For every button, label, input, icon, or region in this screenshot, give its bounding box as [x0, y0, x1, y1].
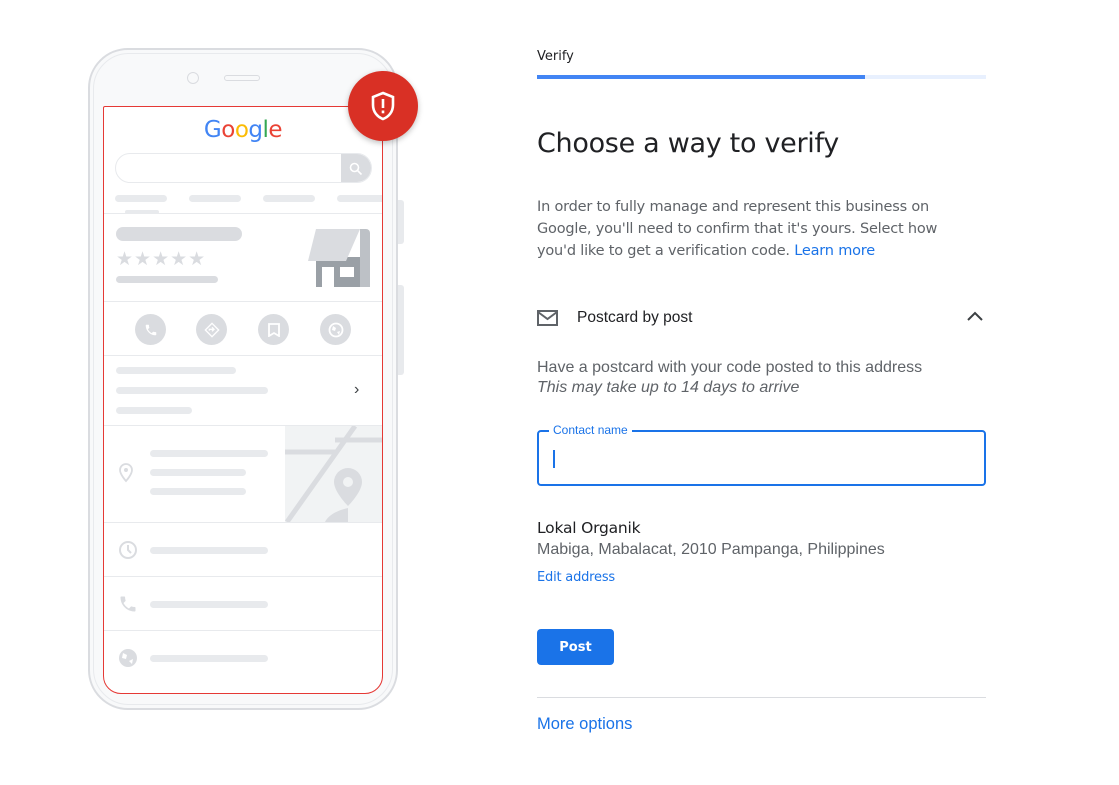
- progress-bar: [537, 75, 986, 79]
- map-thumbnail: [285, 426, 382, 522]
- globe-icon: [320, 314, 351, 345]
- method-postcard-header[interactable]: Postcard by post: [537, 302, 986, 334]
- step-label: Verify: [537, 49, 574, 64]
- method-description-text: Have a postcard with your code posted to…: [537, 359, 923, 376]
- phone-camera: [187, 72, 199, 84]
- divider: [104, 630, 382, 631]
- learn-more-link[interactable]: Learn more: [794, 243, 875, 259]
- phone-speaker: [224, 75, 260, 81]
- divider: [537, 697, 986, 698]
- logo-letter: e: [268, 117, 283, 143]
- placeholder-bar: [263, 195, 315, 202]
- intro-body: In order to fully manage and represent t…: [537, 199, 938, 259]
- progress-fill: [537, 75, 865, 79]
- chevron-up-icon[interactable]: [966, 309, 984, 327]
- page-title: Choose a way to verify: [537, 128, 839, 159]
- directions-icon: [196, 314, 227, 345]
- intro-text: In order to fully manage and represent t…: [537, 196, 977, 262]
- placeholder-bar: [150, 601, 268, 608]
- edit-address-link[interactable]: Edit address: [537, 570, 615, 585]
- divider: [104, 301, 382, 302]
- post-button[interactable]: Post: [537, 629, 614, 665]
- phone-icon: [135, 314, 166, 345]
- google-logo: Google: [104, 117, 382, 143]
- text-cursor: [553, 450, 555, 468]
- shield-alert-icon: [348, 71, 418, 141]
- placeholder-bar: [150, 469, 246, 476]
- divider: [104, 355, 382, 356]
- phone-side-button: [398, 200, 404, 244]
- placeholder-bar: [116, 276, 218, 283]
- placeholder-bar: [189, 195, 241, 202]
- placeholder-bar: [115, 195, 167, 202]
- clock-icon: [119, 541, 137, 559]
- business-name: Lokal Organik: [537, 519, 641, 537]
- placeholder-bar: [150, 655, 268, 662]
- contact-name-field[interactable]: Contact name: [537, 423, 986, 486]
- placeholder-bar: [150, 547, 268, 554]
- phone-screen: Google ★★★★★ ›: [103, 106, 383, 694]
- placeholder-bar: [150, 450, 268, 457]
- logo-letter: o: [221, 117, 235, 143]
- mail-icon: [537, 309, 559, 327]
- method-label: Postcard by post: [577, 309, 693, 326]
- divider: [104, 576, 382, 577]
- placeholder-bar: [116, 367, 236, 374]
- logo-letter: g: [248, 117, 263, 143]
- placeholder-bar: [337, 195, 382, 202]
- phone-side-button: [398, 285, 404, 375]
- business-address: Mabiga, Mabalacat, 2010 Pampanga, Philip…: [537, 541, 885, 558]
- placeholder-bar: [116, 407, 192, 414]
- search-icon: [341, 154, 371, 182]
- placeholder-bar: [116, 227, 242, 241]
- divider: [104, 213, 382, 214]
- mock-search-bar: [115, 153, 372, 183]
- bookmark-icon: [258, 314, 289, 345]
- globe-icon: [119, 649, 137, 667]
- location-pin-icon: [119, 463, 133, 483]
- storefront-icon: [308, 229, 370, 287]
- contact-name-label: Contact name: [549, 423, 632, 437]
- logo-letter: G: [203, 117, 222, 143]
- more-options-link[interactable]: More options: [537, 715, 632, 734]
- delivery-note: This may take up to 14 days to arrive: [537, 379, 800, 396]
- divider: [104, 522, 382, 523]
- method-description: Have a postcard with your code posted to…: [537, 358, 922, 398]
- logo-letter: o: [234, 117, 249, 143]
- phone-icon: [120, 596, 136, 612]
- chevron-right-icon: ›: [354, 381, 360, 398]
- contact-name-input[interactable]: [551, 442, 971, 474]
- rating-stars: ★★★★★: [116, 248, 207, 270]
- placeholder-bar: [150, 488, 246, 495]
- placeholder-bar: [116, 387, 268, 394]
